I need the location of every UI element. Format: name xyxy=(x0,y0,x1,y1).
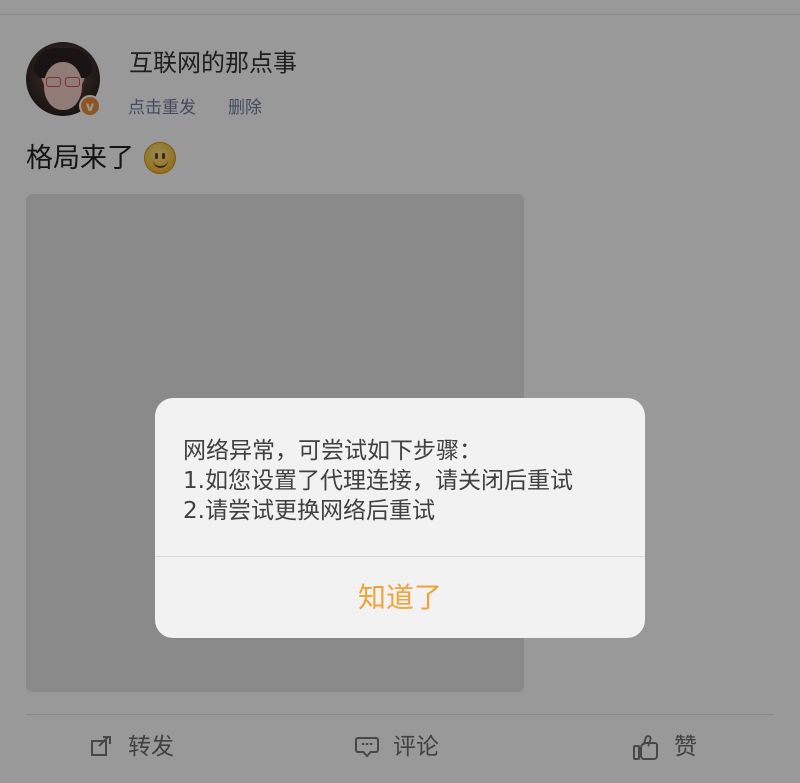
modal-overlay[interactable] xyxy=(0,0,800,783)
dialog-line-1: 网络异常，可尝试如下步骤： xyxy=(183,438,482,464)
acknowledge-button[interactable]: 知道了 xyxy=(155,557,645,638)
dialog-message: 网络异常，可尝试如下步骤： 1.如您设置了代理连接，请关闭后重试 2.请尝试更换… xyxy=(183,436,617,526)
dialog-line-3: 2.请尝试更换网络后重试 xyxy=(183,498,435,524)
network-error-dialog: 网络异常，可尝试如下步骤： 1.如您设置了代理连接，请关闭后重试 2.请尝试更换… xyxy=(155,398,645,638)
dialog-line-2: 1.如您设置了代理连接，请关闭后重试 xyxy=(183,468,573,494)
